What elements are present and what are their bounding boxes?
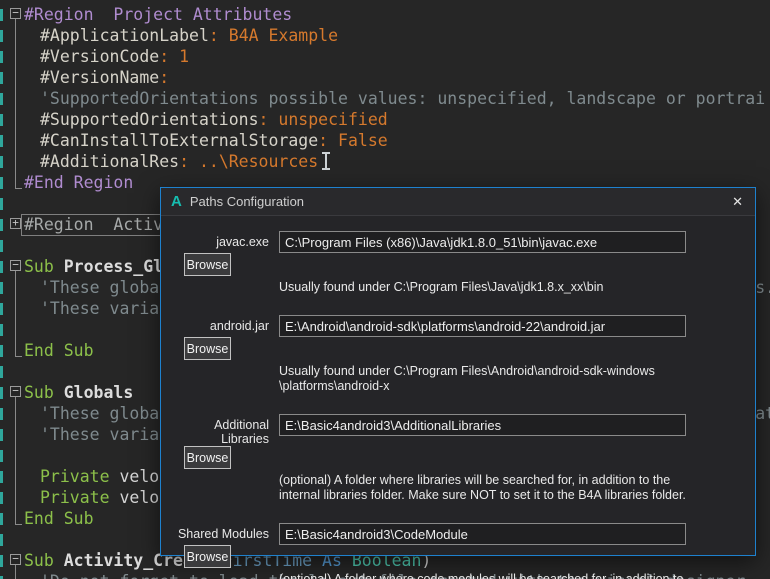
additional-libraries-browse-button[interactable]: Browse [184, 446, 231, 469]
code-token: #ApplicationLabel [40, 26, 209, 45]
code-text: #SupportedOrientations: unspecified [0, 109, 388, 130]
fold-collapse-icon[interactable] [10, 386, 21, 397]
shared-modules-browse-button[interactable]: Browse [184, 545, 231, 568]
fold-line-end [15, 188, 22, 189]
code-text: Private velo [0, 466, 159, 487]
fold-line-end [15, 524, 22, 525]
code-token: Private [40, 488, 119, 507]
line-number-mark [0, 324, 3, 336]
code-line: #SupportedOrientations: unspecified [0, 109, 770, 130]
fold-collapse-icon[interactable] [10, 8, 21, 19]
code-line: #AdditionalRes: ..\Resources [0, 151, 770, 172]
code-text: #AdditionalRes: ..\Resources [0, 151, 318, 172]
code-token: Globals [64, 383, 134, 402]
code-token: Sub [24, 383, 64, 402]
line-number-mark [0, 534, 3, 546]
path-row-help: (optional) A folder where libraries will… [279, 473, 746, 503]
path-row-label: Additional Libraries [169, 414, 269, 446]
dialog-titlebar[interactable]: A Paths Configuration ✕ [161, 188, 755, 216]
code-token: : unspecified [259, 110, 388, 129]
code-token: : False [318, 131, 388, 150]
code-text: #VersionName: [0, 67, 169, 88]
code-token: Sub [24, 257, 64, 276]
path-row-label: Shared Modules [169, 523, 269, 545]
code-token: velo [119, 488, 159, 507]
code-line: 'SupportedOrientations possible values: … [0, 88, 770, 109]
code-token: Private [40, 467, 119, 486]
code-token: : ..\Resources [179, 152, 318, 171]
path-row-help: Usually found under C:\Program Files\Jav… [279, 280, 746, 295]
code-token: #Region Project Attributes [24, 5, 292, 24]
code-text: Private velo [0, 487, 159, 508]
fold-line [15, 397, 16, 524]
code-line: #ApplicationLabel: B4A Example [0, 25, 770, 46]
b4a-app-icon: A [171, 193, 182, 210]
code-text: #CanInstallToExternalStorage: False [0, 130, 388, 151]
javac-exe-input[interactable] [279, 231, 686, 253]
close-icon[interactable]: ✕ [730, 194, 745, 210]
code-token: #VersionCode [40, 47, 159, 66]
path-rows: javac.exe Browse Usually found under C:\… [169, 231, 746, 579]
shared-modules-input[interactable] [279, 523, 686, 545]
code-token: #VersionName [40, 68, 159, 87]
fold-collapse-icon[interactable] [10, 260, 21, 271]
code-line: #VersionName: [0, 67, 770, 88]
text-ibeam-cursor-icon [322, 152, 331, 171]
code-token: End Sub [24, 341, 94, 360]
code-token: End Sub [24, 509, 94, 528]
code-line: #VersionCode: 1 [0, 46, 770, 67]
code-line: #Region Project Attributes [0, 4, 770, 25]
paths-configuration-dialog: A Paths Configuration ✕ javac.exe Browse… [160, 187, 756, 556]
code-token: : [159, 68, 169, 87]
fold-line [15, 271, 16, 356]
line-number-mark [0, 450, 3, 462]
path-row: javac.exe Browse Usually found under C:\… [169, 231, 746, 295]
code-line: #CanInstallToExternalStorage: False [0, 130, 770, 151]
code-token: velo [119, 467, 159, 486]
fold-line-end [15, 356, 22, 357]
fold-expand-icon[interactable] [10, 218, 21, 229]
line-number-mark [0, 240, 3, 252]
dialog-body: javac.exe Browse Usually found under C:\… [161, 216, 755, 579]
code-token: #CanInstallToExternalStorage [40, 131, 318, 150]
code-text: #End Region [0, 172, 133, 193]
code-token: Sub [24, 551, 64, 570]
additional-libraries-input[interactable] [279, 414, 686, 436]
code-token: : B4A Example [209, 26, 338, 45]
line-number-mark [0, 198, 3, 210]
path-row-help: (optional) A folder where code modules w… [279, 572, 746, 579]
code-token: : 1 [159, 47, 189, 66]
code-text: #VersionCode: 1 [0, 46, 189, 67]
path-row-help: Usually found under C:\Program Files\And… [279, 364, 746, 394]
code-token: #AdditionalRes [40, 152, 179, 171]
code-token: #End Region [24, 173, 133, 192]
android-jar-input[interactable] [279, 315, 686, 337]
code-text: #Region Project Attributes [0, 4, 292, 25]
fold-line [15, 565, 16, 579]
path-row-label: javac.exe [169, 231, 269, 253]
code-text: 'SupportedOrientations possible values: … [0, 88, 765, 109]
code-token: #SupportedOrientations [40, 110, 259, 129]
android-jar-browse-button[interactable]: Browse [184, 337, 231, 360]
code-token: 'SupportedOrientations possible values: … [40, 89, 765, 108]
code-text: #ApplicationLabel: B4A Example [0, 25, 338, 46]
path-row: Additional Libraries Browse (optional) A… [169, 414, 746, 503]
dialog-title: Paths Configuration [190, 194, 722, 209]
path-row-label: android.jar [169, 315, 269, 337]
fold-collapse-icon[interactable] [10, 554, 21, 565]
path-row: android.jar Browse Usually found under C… [169, 315, 746, 394]
fold-line [15, 19, 16, 188]
b4a-ide-window: #Region Project Attributes#ApplicationLa… [0, 0, 770, 579]
javac-exe-browse-button[interactable]: Browse [184, 253, 231, 276]
line-number-mark [0, 366, 3, 378]
path-row: Shared Modules Browse (optional) A folde… [169, 523, 746, 579]
